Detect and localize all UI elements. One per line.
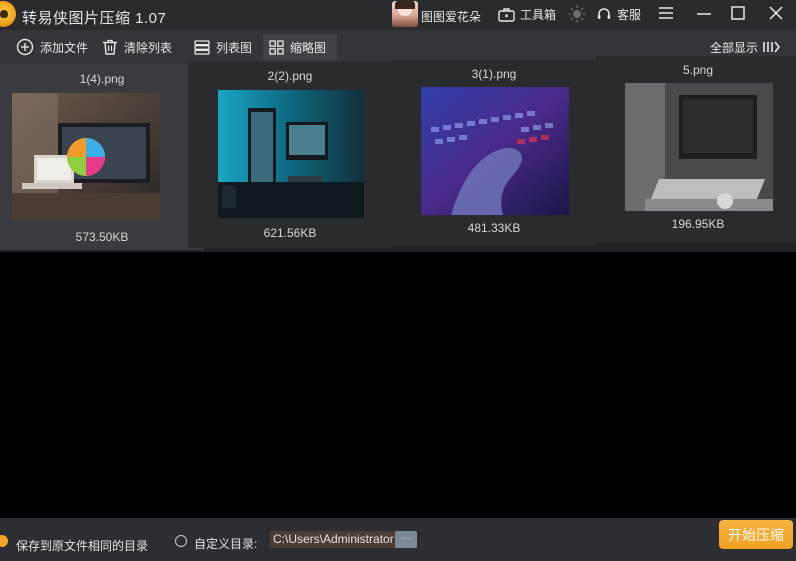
thumbnail-view-label: 缩略图 — [290, 40, 327, 55]
clear-list-label: 清除列表 — [124, 40, 173, 55]
file-thumbnail — [421, 87, 569, 215]
add-files-label: 添加文件 — [40, 40, 89, 55]
maximize-icon — [731, 6, 745, 20]
menu-button[interactable] — [652, 0, 680, 26]
close-button[interactable] — [762, 0, 790, 26]
grid-view-icon — [269, 39, 284, 55]
customer-service-button[interactable]: 客服 — [596, 3, 641, 25]
output-path-input[interactable]: C:\Users\Administrator — [270, 531, 397, 548]
file-name: 5.png — [682, 63, 714, 77]
maximize-button[interactable] — [724, 0, 752, 26]
thumbnail-view-button[interactable]: 缩略图 — [263, 34, 337, 60]
toolbox-button[interactable]: 工具箱 — [498, 3, 556, 25]
list-view-label: 列表图 — [216, 40, 253, 55]
save-same-dir-label[interactable]: 保存到原文件相同的目录 — [16, 537, 148, 554]
hamburger-icon — [659, 7, 673, 19]
title-bar: 转易侠图片压缩 1.07 图图爱花朵 工具箱 客服 — [0, 0, 796, 30]
close-icon — [769, 6, 783, 20]
file-card[interactable]: 1(4).png 573.50KB — [0, 64, 204, 250]
file-name: 2(2).png — [267, 69, 313, 83]
minimize-button[interactable] — [690, 0, 718, 26]
app-title: 转易侠图片压缩 1.07 — [22, 10, 167, 27]
headset-icon — [597, 8, 611, 19]
file-thumbnail — [218, 90, 364, 218]
file-card[interactable]: 2(2).png 621.56KB — [188, 62, 392, 248]
trash-icon — [103, 39, 117, 55]
app-logo-icon — [0, 1, 16, 27]
custom-dir-label[interactable]: 自定义目录: — [194, 535, 257, 552]
file-card[interactable]: 5.png 196.95KB — [596, 56, 796, 242]
file-size: 196.95KB — [671, 217, 725, 231]
start-compress-button[interactable]: 开始压缩 — [719, 520, 793, 549]
file-thumbnail — [12, 93, 160, 220]
file-size: 481.33KB — [467, 221, 521, 235]
file-thumbnail — [625, 83, 773, 211]
thumbnail-grid: 1(4).png 573.50KB 2(2).png 621.56KB 3(1)… — [0, 56, 796, 252]
save-same-dir-radio[interactable] — [0, 535, 8, 547]
show-all-label: 全部显示 — [709, 40, 758, 55]
toolbox-label: 工具箱 — [520, 7, 557, 22]
add-circle-icon — [16, 38, 34, 56]
clear-list-button[interactable]: 清除列表 — [96, 34, 178, 60]
file-name: 3(1).png — [471, 67, 517, 81]
service-label: 客服 — [617, 7, 642, 22]
list-view-button[interactable]: 列表图 — [188, 34, 258, 60]
sun-icon — [568, 5, 586, 23]
theme-toggle[interactable] — [568, 3, 591, 25]
minimize-icon — [697, 13, 711, 15]
user-avatar[interactable] — [392, 1, 418, 27]
file-card[interactable]: 3(1).png 481.33KB — [392, 60, 596, 246]
toolbox-icon — [498, 7, 515, 22]
custom-dir-radio[interactable] — [175, 535, 187, 547]
collapse-bars-icon — [763, 41, 780, 53]
file-name: 1(4).png — [79, 72, 125, 86]
list-view-icon — [194, 39, 210, 55]
bottom-bar: 保存到原文件相同的目录 自定义目录: C:\Users\Administrato… — [0, 518, 796, 561]
app-window: 转易侠图片压缩 1.07 图图爱花朵 工具箱 客服 添加文件 清除列表 列表图 … — [0, 0, 796, 561]
username[interactable]: 图图爱花朵 — [421, 8, 481, 25]
file-size: 573.50KB — [75, 230, 129, 244]
add-files-button[interactable]: 添加文件 — [10, 34, 94, 60]
browse-button[interactable]: ··· — [395, 531, 417, 548]
file-size: 621.56KB — [263, 226, 317, 240]
